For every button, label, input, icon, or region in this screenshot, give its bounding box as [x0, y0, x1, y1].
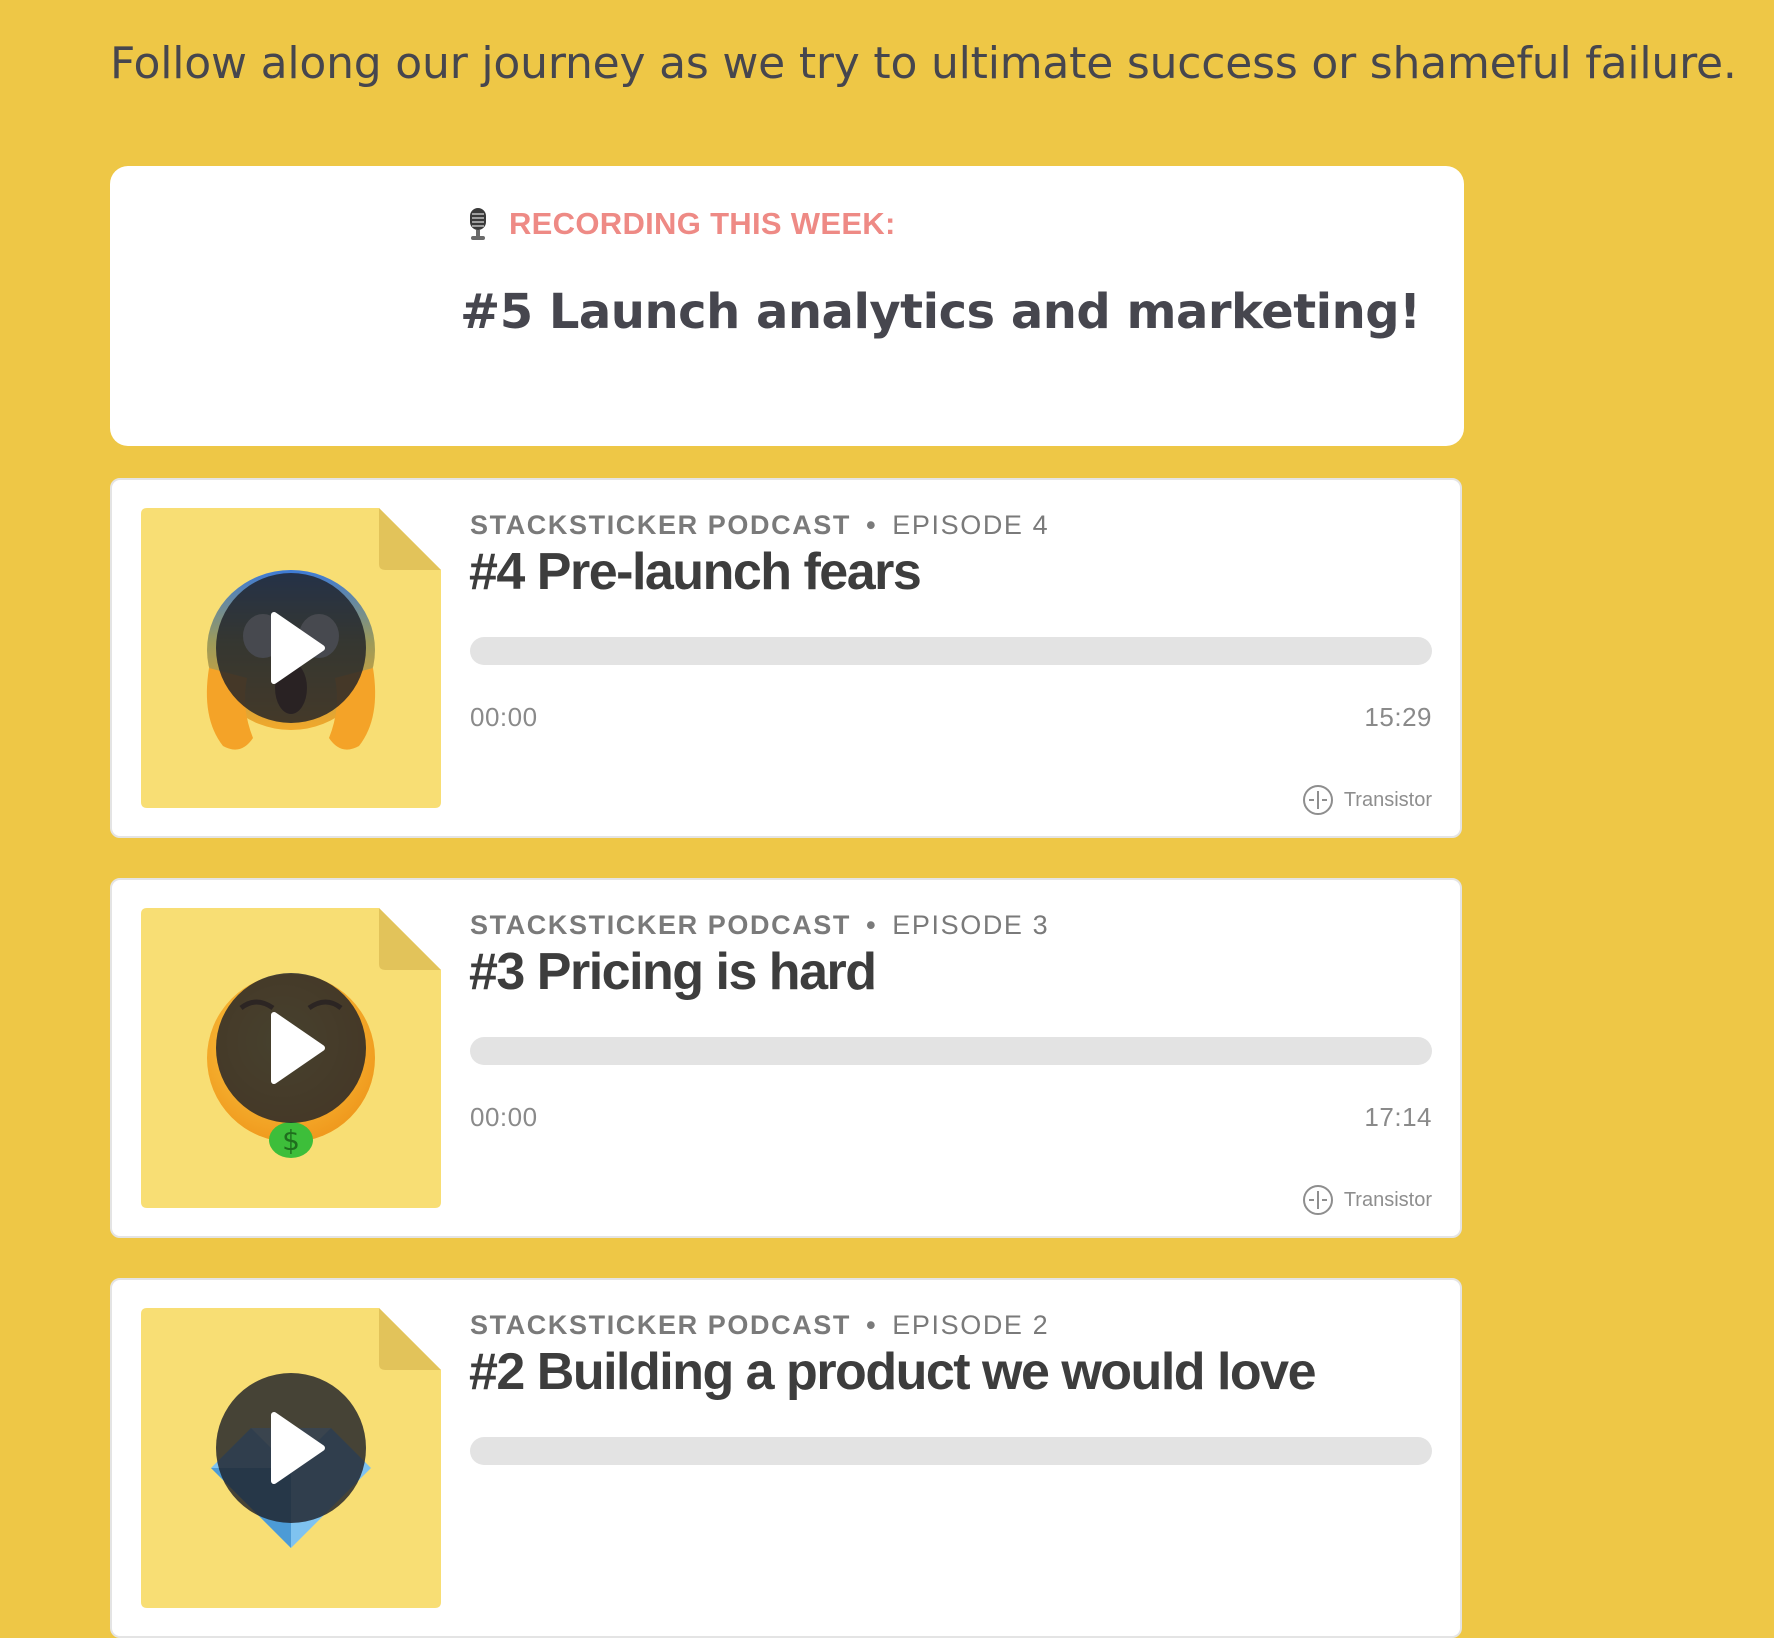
transistor-logo-icon — [1302, 785, 1333, 815]
episode-artwork — [141, 508, 441, 808]
transistor-link[interactable]: Transistor — [1302, 1184, 1432, 1216]
episode-meta: STACKSTICKER PODCAST • EPISODE 4 — [470, 510, 1049, 541]
episode-artwork: $ — [141, 908, 441, 1208]
meta-separator: • — [866, 510, 878, 540]
transistor-link[interactable]: Transistor — [1302, 784, 1432, 816]
episode-title: #2 Building a product we would love — [469, 1343, 1317, 1401]
episode-title: #4 Pre-launch fears — [469, 543, 922, 601]
episode-meta: STACKSTICKER PODCAST • EPISODE 3 — [470, 910, 1049, 941]
show-name: STACKSTICKER PODCAST — [470, 510, 852, 540]
progress-bar[interactable] — [470, 637, 1432, 665]
play-button[interactable] — [216, 973, 366, 1123]
total-duration: 15:29 — [1364, 702, 1432, 732]
recording-title: #5 Launch analytics and marketing! — [460, 284, 1421, 340]
microphone-icon — [470, 208, 486, 240]
episode-title: #3 Pricing is hard — [469, 943, 877, 1001]
episode-number: EPISODE 2 — [892, 1310, 1050, 1340]
play-button[interactable] — [216, 1373, 366, 1523]
episode-number: EPISODE 4 — [892, 510, 1050, 540]
play-icon — [271, 612, 325, 684]
meta-separator: • — [866, 1310, 878, 1340]
recording-label: RECORDING THIS WEEK: — [509, 206, 896, 241]
play-icon — [271, 1012, 325, 1084]
progress-bar[interactable] — [470, 1037, 1432, 1065]
current-time: 00:00 — [470, 1102, 538, 1132]
episode-player: $ STACKSTICKER PODCAST • EPISODE 3 #3 Pr… — [110, 878, 1462, 1238]
episode-player: STACKSTICKER PODCAST • EPISODE 4 #4 Pre-… — [110, 478, 1462, 838]
show-name: STACKSTICKER PODCAST — [470, 910, 852, 940]
total-duration: 17:14 — [1364, 1102, 1432, 1132]
episode-player: STACKSTICKER PODCAST • EPISODE 2 #2 Buil… — [110, 1278, 1462, 1638]
intro-text: Follow along our journey as we try to ul… — [110, 38, 1737, 89]
recording-label-row: RECORDING THIS WEEK: — [465, 206, 896, 242]
current-time: 00:00 — [470, 702, 538, 732]
transistor-label: Transistor — [1343, 1188, 1432, 1211]
play-icon — [271, 1412, 325, 1484]
episode-meta: STACKSTICKER PODCAST • EPISODE 2 — [470, 1310, 1049, 1341]
show-name: STACKSTICKER PODCAST — [470, 1310, 852, 1340]
transistor-logo-icon — [1302, 1185, 1333, 1215]
episode-artwork — [141, 1308, 441, 1608]
svg-text:$: $ — [282, 1124, 300, 1157]
meta-separator: • — [866, 910, 878, 940]
transistor-label: Transistor — [1343, 788, 1432, 811]
play-button[interactable] — [216, 573, 366, 723]
episode-number: EPISODE 3 — [892, 910, 1050, 940]
recording-card: RECORDING THIS WEEK: #5 Launch analytics… — [110, 166, 1464, 446]
progress-bar[interactable] — [470, 1437, 1432, 1465]
